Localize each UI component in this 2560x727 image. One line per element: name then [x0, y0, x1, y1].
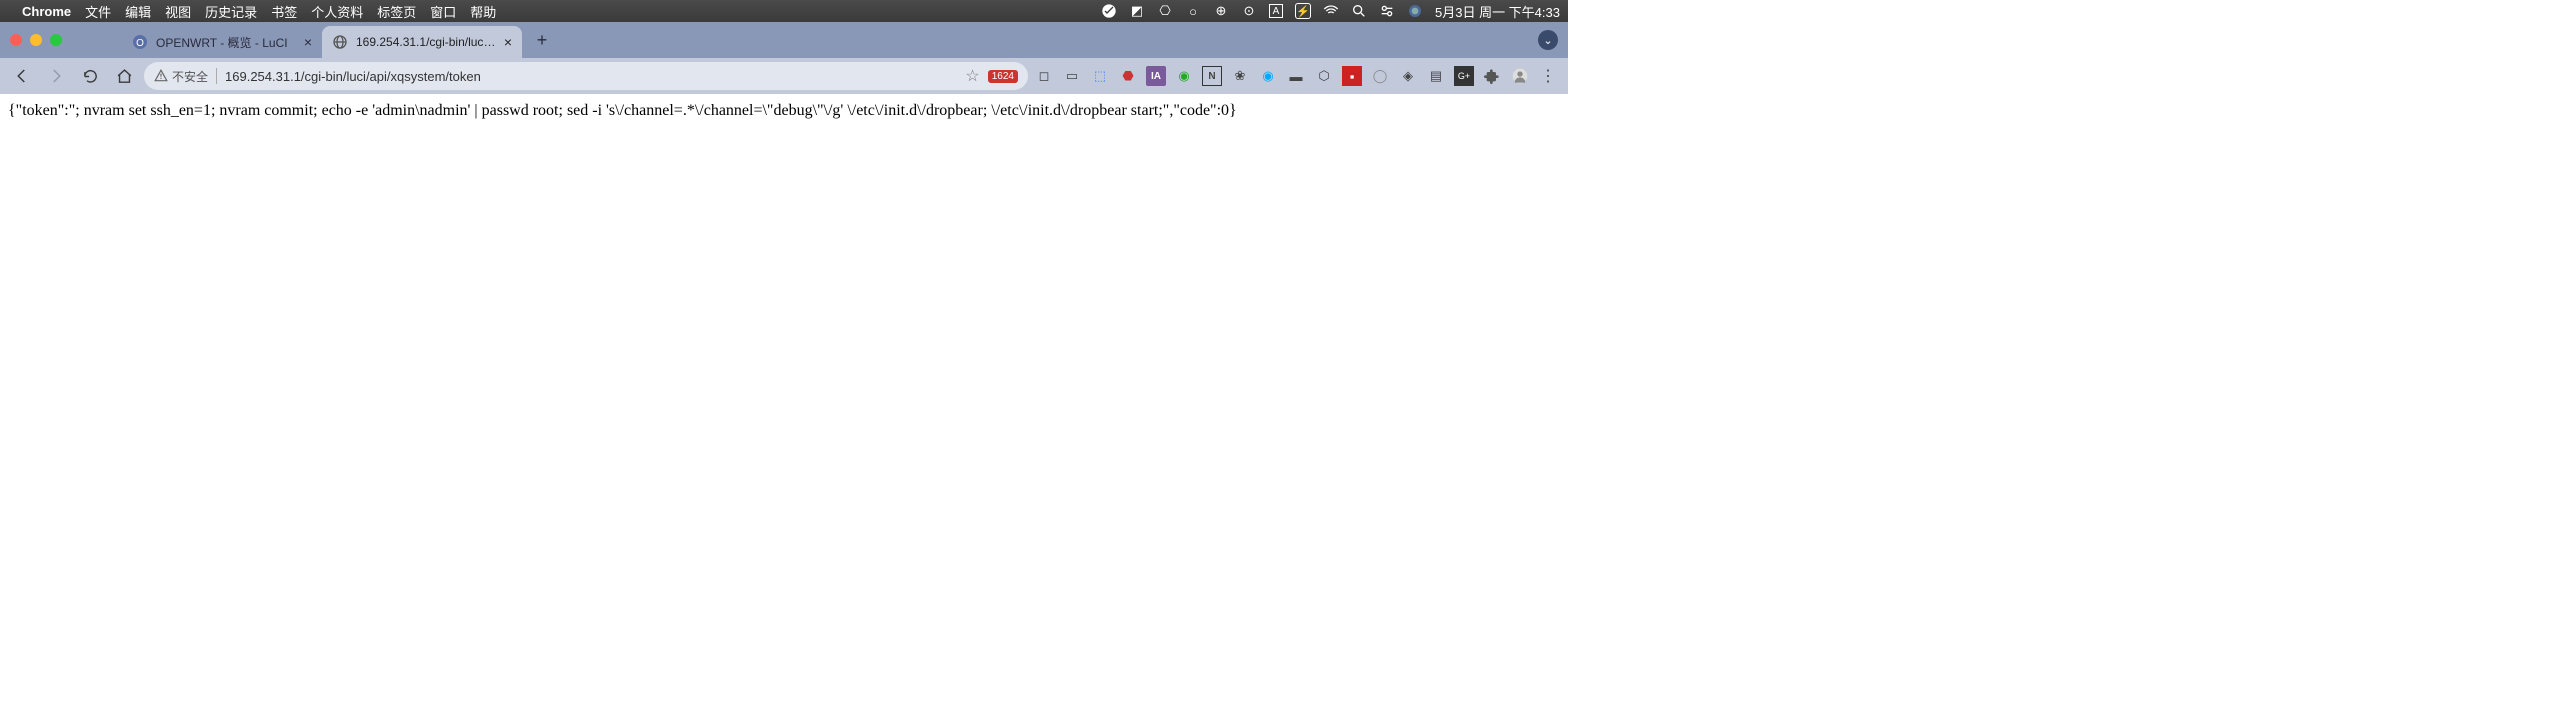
extension-icon[interactable]: ◉ — [1258, 66, 1278, 86]
control-center-icon[interactable] — [1379, 3, 1395, 19]
window-controls — [10, 34, 62, 46]
play-icon[interactable]: ⊙ — [1241, 3, 1257, 19]
menu-tabs[interactable]: 标签页 — [377, 2, 416, 21]
macos-menubar: Chrome 文件 编辑 视图 历史记录 书签 个人资料 标签页 窗口 帮助 ◩… — [0, 0, 1568, 22]
extension-icon[interactable]: ◻ — [1034, 66, 1054, 86]
globe-favicon-icon — [332, 34, 348, 50]
url-text: 169.254.31.1/cgi-bin/luci/api/xqsystem/t… — [225, 69, 957, 84]
address-bar[interactable]: 不安全 169.254.31.1/cgi-bin/luci/api/xqsyst… — [144, 62, 1028, 90]
menu-history[interactable]: 历史记录 — [205, 2, 257, 21]
extension-icon[interactable]: ⬣ — [1118, 66, 1138, 86]
tab-close-icon[interactable]: × — [304, 34, 312, 50]
circle-icon[interactable]: ○ — [1185, 3, 1201, 19]
extension-icon[interactable]: ◉ — [1174, 66, 1194, 86]
minimize-window-button[interactable] — [30, 34, 42, 46]
spotlight-icon[interactable] — [1351, 3, 1367, 19]
extensions-puzzle-icon[interactable] — [1482, 66, 1502, 86]
siri-icon[interactable] — [1407, 3, 1423, 19]
tab-title: OPENWRT - 概览 - LuCI — [156, 34, 296, 51]
menu-profiles[interactable]: 个人资料 — [311, 2, 363, 21]
extension-icon[interactable]: ⬡ — [1314, 66, 1334, 86]
forward-button[interactable] — [42, 62, 70, 90]
telegram-icon[interactable] — [1101, 3, 1117, 19]
input-a-icon[interactable]: A — [1269, 4, 1283, 18]
menu-bookmarks[interactable]: 书签 — [271, 2, 297, 21]
menu-file[interactable]: 文件 — [85, 2, 111, 21]
extension-icon[interactable]: ▤ — [1426, 66, 1446, 86]
extension-icon[interactable]: G+ — [1454, 66, 1474, 86]
extension-icon[interactable]: ▭ — [1062, 66, 1082, 86]
close-window-button[interactable] — [10, 34, 22, 46]
bookmark-star-icon[interactable]: ☆ — [965, 66, 979, 86]
extension-icon[interactable]: IA — [1146, 66, 1166, 86]
tab-close-icon[interactable]: × — [504, 34, 512, 50]
maximize-window-button[interactable] — [50, 34, 62, 46]
extension-icon[interactable]: ❀ — [1230, 66, 1250, 86]
security-label: 不安全 — [172, 68, 208, 85]
home-button[interactable] — [110, 62, 138, 90]
tab-openwrt[interactable]: O OPENWRT - 概览 - LuCI × — [122, 26, 322, 58]
menu-window[interactable]: 窗口 — [430, 2, 456, 21]
openwrt-favicon-icon: O — [132, 34, 148, 50]
chrome-menu-button[interactable]: ⋮ — [1536, 64, 1560, 88]
wifi-icon[interactable] — [1323, 3, 1339, 19]
chrome-toolbar: 不安全 169.254.31.1/cgi-bin/luci/api/xqsyst… — [0, 58, 1568, 94]
extension-icon[interactable]: ◯ — [1370, 66, 1390, 86]
profile-avatar-icon[interactable] — [1510, 66, 1530, 86]
menu-help[interactable]: 帮助 — [470, 2, 496, 21]
back-button[interactable] — [8, 62, 36, 90]
security-warning[interactable]: 不安全 — [154, 68, 208, 85]
globe-icon[interactable]: ⊕ — [1213, 3, 1229, 19]
tab-title: 169.254.31.1/cgi-bin/luci/api/xq — [356, 35, 496, 49]
menu-view[interactable]: 视图 — [165, 2, 191, 21]
menubar-left: Chrome 文件 编辑 视图 历史记录 书签 个人资料 标签页 窗口 帮助 — [8, 2, 496, 21]
extension-icon[interactable]: ⬚ — [1090, 66, 1110, 86]
reload-button[interactable] — [76, 62, 104, 90]
extension-icon[interactable]: N — [1202, 66, 1222, 86]
datetime-text[interactable]: 5月3日 周一 下午4:33 — [1435, 2, 1560, 21]
chrome-tabstrip: O OPENWRT - 概览 - LuCI × 169.254.31.1/cgi… — [0, 22, 1568, 58]
page-body-text: {"token":"; nvram set ssh_en=1; nvram co… — [0, 94, 1568, 128]
menubar-right: ◩ ⎔ ○ ⊕ ⊙ A ⚡ 5月3日 周一 下午4:33 — [1101, 2, 1560, 21]
app-name[interactable]: Chrome — [22, 4, 71, 19]
extension-icon[interactable]: ▪ — [1342, 66, 1362, 86]
tab-search-button[interactable]: ⌄ — [1538, 30, 1558, 50]
extensions-area: ◻ ▭ ⬚ ⬣ IA ◉ N ❀ ◉ ▬ ⬡ ▪ ◯ ◈ ▤ G+ — [1034, 66, 1530, 86]
cube-icon[interactable]: ⎔ — [1157, 3, 1173, 19]
extension-icon[interactable]: ◈ — [1398, 66, 1418, 86]
divider — [216, 68, 217, 84]
menu-edit[interactable]: 编辑 — [125, 2, 151, 21]
blocker-badge[interactable]: 1624 — [988, 70, 1018, 83]
tab-current[interactable]: 169.254.31.1/cgi-bin/luci/api/xq × — [322, 26, 522, 58]
extension-icon[interactable]: ▬ — [1286, 66, 1306, 86]
svg-text:O: O — [136, 38, 144, 49]
contrast-icon[interactable]: ◩ — [1129, 3, 1145, 19]
battery-icon[interactable]: ⚡ — [1295, 3, 1311, 19]
new-tab-button[interactable]: + — [528, 26, 556, 54]
